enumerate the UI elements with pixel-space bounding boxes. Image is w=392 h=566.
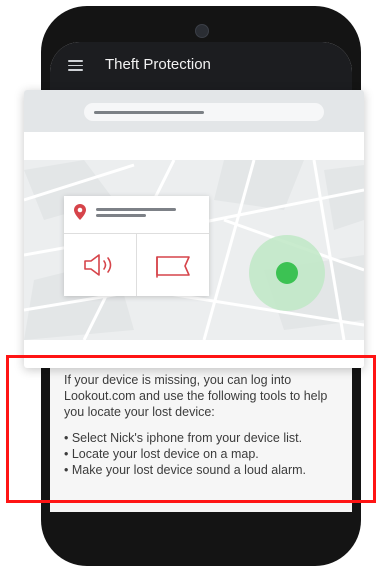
- device-popup: [64, 196, 209, 296]
- app-bar: Theft Protection: [50, 42, 352, 90]
- speaker-sound-icon[interactable]: [82, 252, 116, 278]
- address-placeholder-line: [94, 111, 204, 114]
- hamburger-menu-icon[interactable]: [68, 60, 83, 71]
- lookout-web-illustration: [24, 90, 364, 368]
- device-detail-placeholder: [96, 214, 146, 217]
- highlight-frame: [6, 355, 376, 503]
- device-location-dot: [276, 262, 298, 284]
- message-flag-icon[interactable]: [154, 254, 192, 278]
- browser-bar: [24, 90, 364, 132]
- front-camera: [195, 24, 209, 38]
- divider: [136, 234, 137, 296]
- map-pin-icon: [74, 204, 86, 220]
- app-title: Theft Protection: [105, 56, 211, 73]
- device-name-placeholder: [96, 208, 176, 211]
